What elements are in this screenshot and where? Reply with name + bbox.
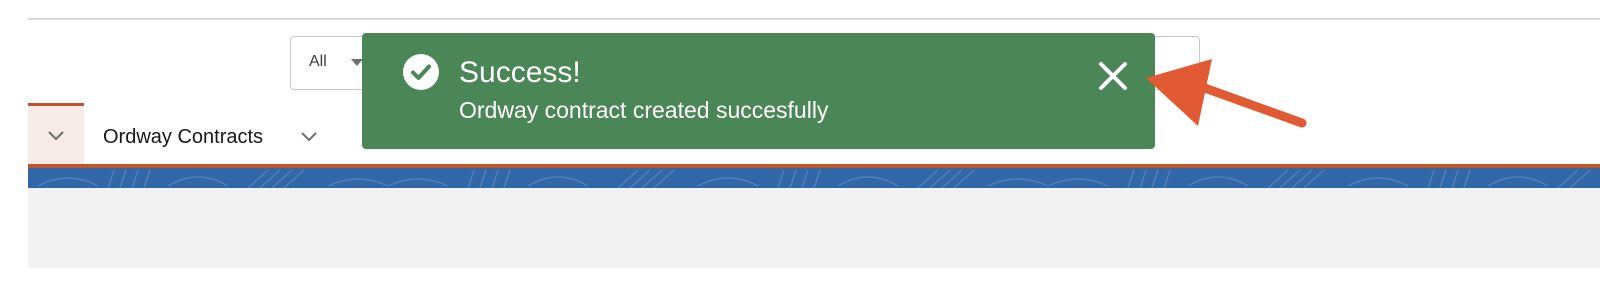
header-divider: [28, 18, 1600, 20]
search-scope-label[interactable]: All: [309, 53, 327, 71]
check-circle-icon: [403, 54, 439, 90]
page-content-area: [28, 188, 1600, 268]
nav-menu-tab[interactable]: [28, 106, 84, 164]
arrow-icon: [1146, 59, 1307, 128]
toast-title: Success!: [459, 56, 581, 89]
nav-item-ordway-contracts[interactable]: Ordway Contracts: [103, 126, 263, 149]
success-toast: Success! Ordway contract created succesf…: [362, 33, 1155, 149]
banner-pattern: [37, 169, 1591, 188]
chevron-down-icon[interactable]: [47, 127, 65, 145]
branding-banner: [28, 168, 1600, 188]
chevron-down-icon[interactable]: [300, 128, 318, 146]
toast-message: Ordway contract created succesfully: [459, 97, 829, 123]
close-icon[interactable]: [1095, 58, 1131, 94]
